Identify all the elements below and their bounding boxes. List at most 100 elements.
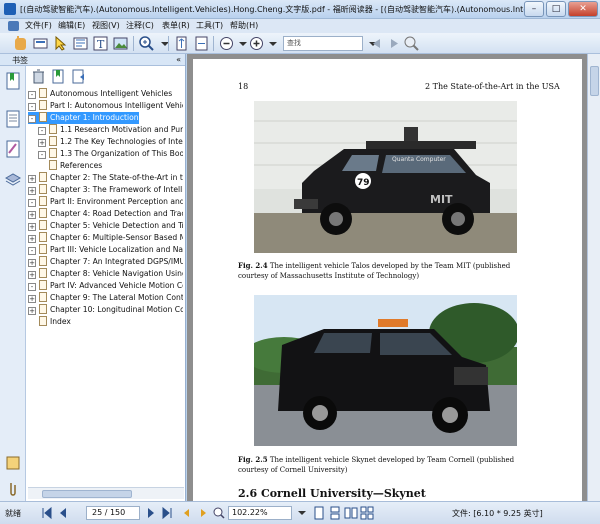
menu-help[interactable]: 帮助(H): [230, 20, 258, 32]
zoom-level-input[interactable]: 102.22%: [228, 506, 292, 520]
bookmark-item[interactable]: - Autonomous Intelligent Vehicles: [28, 88, 172, 100]
image-tool-icon[interactable]: [112, 35, 129, 52]
zoom-level-dropdown-icon[interactable]: [295, 506, 309, 520]
menu-comment[interactable]: 注释(C): [126, 20, 154, 32]
select-text-icon[interactable]: [32, 35, 49, 52]
bookmark-item[interactable]: References: [38, 160, 102, 172]
menu-bar: 文件(F) 编辑(E) 视图(V) 注释(C) 表单(R) 工具(T) 帮助(H…: [0, 19, 600, 33]
bookmark-item[interactable]: - Part IV: Advanced Vehicle Motion Contro…: [28, 280, 183, 292]
continuous-facing-icon[interactable]: [360, 506, 374, 520]
menu-edit[interactable]: 编辑(E): [58, 20, 85, 32]
attachment-tab-icon[interactable]: [5, 454, 21, 472]
annotation-tab-icon[interactable]: [5, 140, 21, 158]
collapse-icon[interactable]: -: [28, 115, 36, 123]
menu-tools[interactable]: 工具(T): [196, 20, 223, 32]
document-vertical-scrollbar[interactable]: [587, 54, 600, 501]
minimize-button[interactable]: –: [524, 1, 544, 17]
zoom-in-circle-icon[interactable]: [248, 35, 265, 52]
expand-bookmark-icon[interactable]: [70, 68, 87, 85]
expand-icon[interactable]: +: [28, 307, 36, 315]
advanced-search-icon[interactable]: [403, 35, 420, 52]
menu-view[interactable]: 视图(V): [92, 20, 120, 32]
search-input[interactable]: 查找: [283, 36, 363, 51]
bookmark-item[interactable]: - 1.3 The Organization of This Book: [38, 148, 183, 160]
bookmark-item[interactable]: - 1.1 Research Motivation and Purpose: [38, 124, 183, 136]
toolbar-separator: [133, 36, 134, 51]
pointer-icon[interactable]: [52, 35, 69, 52]
bookmark-item[interactable]: + Chapter 2: The State-of-the-Art in the …: [28, 172, 183, 184]
bookmark-item[interactable]: + Chapter 5: Vehicle Detection and Tracki…: [28, 220, 183, 232]
paperclip-icon[interactable]: [5, 480, 21, 498]
last-page-icon[interactable]: [160, 506, 174, 520]
bookmark-item[interactable]: Index: [28, 316, 71, 328]
collapse-icon[interactable]: -: [28, 247, 36, 255]
expand-icon[interactable]: +: [28, 271, 36, 279]
bookmark-item[interactable]: + Chapter 8: Vehicle Navigation Using Glo…: [28, 268, 183, 280]
bookmark-item[interactable]: + Chapter 10: Longitudinal Motion Control: [28, 304, 183, 316]
expand-icon[interactable]: +: [28, 259, 36, 267]
scrollbar-thumb[interactable]: [42, 490, 132, 498]
add-bookmark-icon[interactable]: [50, 68, 67, 85]
expand-icon[interactable]: +: [28, 187, 36, 195]
bookmark-item[interactable]: + Chapter 3: The Framework of Intelligent: [28, 184, 183, 196]
pages-tab-icon[interactable]: [5, 110, 21, 128]
bookmark-item[interactable]: - Part III: Vehicle Localization and Navi…: [28, 244, 183, 256]
expand-icon[interactable]: +: [28, 235, 36, 243]
previous-page-icon[interactable]: [56, 506, 70, 520]
collapse-icon[interactable]: -: [28, 103, 36, 111]
bookmark-item[interactable]: - Part II: Environment Perception and Mod…: [28, 196, 183, 208]
menu-form[interactable]: 表单(R): [162, 20, 190, 32]
find-next-icon[interactable]: [386, 35, 403, 52]
single-page-icon[interactable]: [312, 506, 326, 520]
fit-width-icon[interactable]: [193, 35, 210, 52]
page-number-input[interactable]: 25 / 150: [86, 506, 140, 520]
expand-icon[interactable]: +: [28, 223, 36, 231]
bookmark-label: References: [60, 161, 103, 170]
zoom-in-dropdown-icon[interactable]: [264, 35, 281, 52]
continuous-page-icon[interactable]: [328, 506, 342, 520]
scrollbar-thumb[interactable]: [590, 66, 599, 96]
forward-icon[interactable]: [196, 506, 210, 520]
expand-icon[interactable]: +: [28, 211, 36, 219]
collapse-icon[interactable]: -: [28, 199, 36, 207]
fit-page-icon[interactable]: [173, 35, 190, 52]
expand-icon[interactable]: +: [28, 295, 36, 303]
zoom-in-icon[interactable]: [138, 35, 155, 52]
find-previous-icon[interactable]: [368, 35, 385, 52]
next-page-icon[interactable]: [144, 506, 158, 520]
zoom-dropdown-icon[interactable]: [156, 35, 173, 52]
facing-page-icon[interactable]: [344, 506, 358, 520]
bookmark-item-selected[interactable]: - Chapter 1: Introduction: [28, 112, 139, 124]
typewriter-icon[interactable]: T: [92, 35, 109, 52]
snapshot-icon[interactable]: [72, 35, 89, 52]
collapse-panel-button[interactable]: «: [176, 55, 181, 64]
collapse-icon[interactable]: -: [28, 91, 36, 99]
bookmark-horizontal-scrollbar[interactable]: [28, 487, 184, 499]
expand-icon[interactable]: +: [28, 175, 36, 183]
delete-bookmark-icon[interactable]: [30, 68, 47, 85]
menu-app-icon[interactable]: [8, 21, 19, 31]
bookmark-item[interactable]: + Chapter 9: The Lateral Motion Control: [28, 292, 183, 304]
menu-file[interactable]: 文件(F): [25, 20, 52, 32]
zoom-menu-icon[interactable]: [212, 506, 226, 520]
expand-icon[interactable]: +: [38, 139, 46, 147]
bookmark-item[interactable]: - Part I: Autonomous Intelligent Vehicles: [28, 100, 183, 112]
zoom-out-circle-icon[interactable]: [218, 35, 235, 52]
collapse-icon[interactable]: -: [38, 127, 46, 135]
bookmark-item[interactable]: + Chapter 4: Road Detection and Tracking: [28, 208, 183, 220]
bookmark-tab-icon[interactable]: [5, 72, 21, 90]
maximize-button[interactable]: □: [546, 1, 566, 17]
hand-tool-icon[interactable]: [12, 35, 29, 52]
back-icon[interactable]: [180, 506, 194, 520]
document-view[interactable]: 18 2 The State-of-the-Art in the USA Qua…: [187, 54, 587, 501]
bookmark-item[interactable]: +1.2 The Key Technologies of Intelligent: [38, 136, 183, 148]
layers-tab-icon[interactable]: [4, 170, 22, 188]
first-page-icon[interactable]: [40, 506, 54, 520]
collapse-icon[interactable]: -: [38, 151, 46, 159]
close-button[interactable]: ✕: [568, 1, 598, 17]
collapse-icon[interactable]: -: [28, 283, 36, 291]
bookmark-item[interactable]: + Chapter 7: An Integrated DGPS/IMU Posit…: [28, 256, 183, 268]
bookmark-page-icon: [39, 184, 47, 194]
bookmark-page-icon: [39, 232, 47, 242]
bookmark-item[interactable]: + Chapter 6: Multiple-Sensor Based Multip…: [28, 232, 183, 244]
